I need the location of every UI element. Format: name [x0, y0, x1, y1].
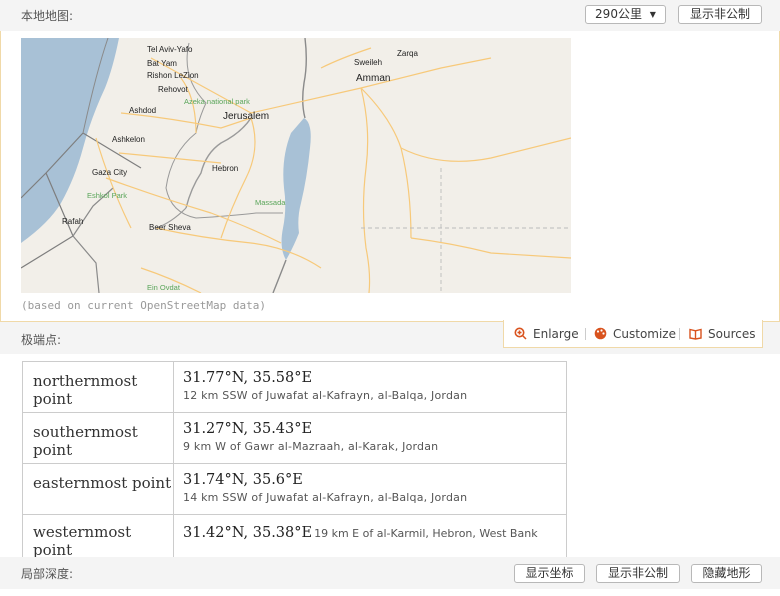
show-unofficial-units-button[interactable]: 显示非公制: [596, 564, 680, 583]
extreme-value: 31.74°N, 35.6°E 14 km SSW of Juwafat al-…: [173, 463, 567, 515]
table-row: northernmost point 31.77°N, 35.58°E 12 k…: [22, 361, 567, 413]
local-depth-label: 局部深度:: [21, 567, 74, 581]
label-rafah: Rafah: [62, 217, 83, 226]
label-bat-yam: Bat Yam: [147, 59, 177, 68]
label-eshkol: Eshkol Park: [87, 191, 127, 200]
label-ashkelon: Ashkelon: [112, 135, 145, 144]
extreme-label: northernmost point: [22, 361, 174, 413]
book-icon: [689, 328, 702, 340]
label-gaza: Gaza City: [92, 168, 127, 177]
local-map-label: 本地地图:: [21, 9, 74, 23]
hide-terrain-button[interactable]: 隐藏地形: [691, 564, 762, 583]
extreme-coord: 31.77°N, 35.58°E: [183, 370, 313, 386]
table-row: westernmost point 31.42°N, 35.38°E 19 km …: [22, 514, 567, 560]
map-graphic: Tel Aviv-Yafo Bat Yam Rishon LeZion Reho…: [21, 38, 571, 293]
customize-button[interactable]: Customize: [594, 326, 676, 342]
pod-actions: Enlarge Customize Sources: [503, 320, 763, 348]
extreme-points-label: 极端点:: [21, 333, 62, 347]
label-massada: Massada: [255, 198, 286, 207]
sources-button[interactable]: Sources: [689, 326, 755, 342]
extreme-label: easternmost point: [22, 463, 174, 515]
show-unofficial-units-label: 显示非公制: [689, 7, 750, 21]
extreme-coord: 31.27°N, 35.43°E: [183, 421, 313, 437]
local-map-header: 本地地图: 290公里 ▼ 显示非公制: [0, 0, 780, 31]
show-coordinates-label: 显示坐标: [525, 566, 574, 580]
sources-label: Sources: [708, 327, 756, 341]
map-caption: (based on current OpenStreetMap data): [21, 299, 267, 312]
enlarge-button[interactable]: Enlarge: [514, 326, 579, 342]
extreme-value: 31.42°N, 35.38°E 19 km E of al-Karmil, He…: [173, 514, 567, 560]
show-coordinates-button[interactable]: 显示坐标: [514, 564, 585, 583]
enlarge-label: Enlarge: [533, 327, 579, 341]
extreme-desc: 9 km W of Gawr al-Mazraah, al-Karak, Jor…: [183, 440, 439, 453]
extreme-coord: 31.42°N, 35.38°E: [183, 525, 313, 541]
label-jerusalem: Jerusalem: [223, 111, 269, 122]
extreme-points-table: northernmost point 31.77°N, 35.58°E 12 k…: [22, 361, 567, 560]
label-azeka: Azeka national park: [184, 97, 250, 106]
label-sweileh: Sweileh: [354, 58, 382, 67]
magnifier-plus-icon: [514, 327, 527, 340]
show-unofficial-units-button[interactable]: 显示非公制: [678, 5, 762, 24]
palette-icon: [594, 327, 607, 340]
extreme-desc: 19 km E of al-Karmil, Hebron, West Bank: [314, 527, 538, 540]
label-rehovot: Rehovot: [158, 85, 189, 94]
extreme-label: southernmost point: [22, 412, 174, 464]
extreme-desc: 12 km SSW of Juwafat al-Kafrayn, al-Balq…: [183, 389, 468, 402]
show-unofficial-units-label: 显示非公制: [607, 566, 668, 580]
extreme-label: westernmost point: [22, 514, 174, 560]
label-zarqa: Zarqa: [397, 49, 418, 58]
extreme-value: 31.77°N, 35.58°E 12 km SSW of Juwafat al…: [173, 361, 567, 413]
table-row: easternmost point 31.74°N, 35.6°E 14 km …: [22, 463, 567, 515]
extreme-coord: 31.74°N, 35.6°E: [183, 472, 303, 488]
customize-label: Customize: [613, 327, 676, 341]
label-ein-ovdat: Ein Ovdat: [147, 283, 181, 292]
table-row: southernmost point 31.27°N, 35.43°E 9 km…: [22, 412, 567, 464]
extreme-desc: 14 km SSW of Juwafat al-Kafrayn, al-Balq…: [183, 491, 468, 504]
distance-select-value: 290公里: [595, 7, 642, 21]
label-tel-aviv: Tel Aviv-Yafo: [147, 45, 193, 54]
hide-terrain-label: 隐藏地形: [702, 566, 751, 580]
label-hebron: Hebron: [212, 164, 238, 173]
label-beer-sheva: Beer Sheva: [149, 223, 191, 232]
extreme-value: 31.27°N, 35.43°E 9 km W of Gawr al-Mazra…: [173, 412, 567, 464]
divider: [679, 328, 680, 340]
local-depth-header: 局部深度: 显示坐标 显示非公制 隐藏地形: [0, 557, 780, 589]
label-rishon: Rishon LeZion: [147, 71, 199, 80]
local-map[interactable]: Tel Aviv-Yafo Bat Yam Rishon LeZion Reho…: [21, 38, 571, 293]
divider: [585, 328, 586, 340]
chevron-down-icon: ▼: [649, 10, 656, 19]
distance-select[interactable]: 290公里 ▼: [585, 5, 666, 24]
label-amman: Amman: [356, 73, 390, 84]
label-ashdod: Ashdod: [129, 106, 156, 115]
